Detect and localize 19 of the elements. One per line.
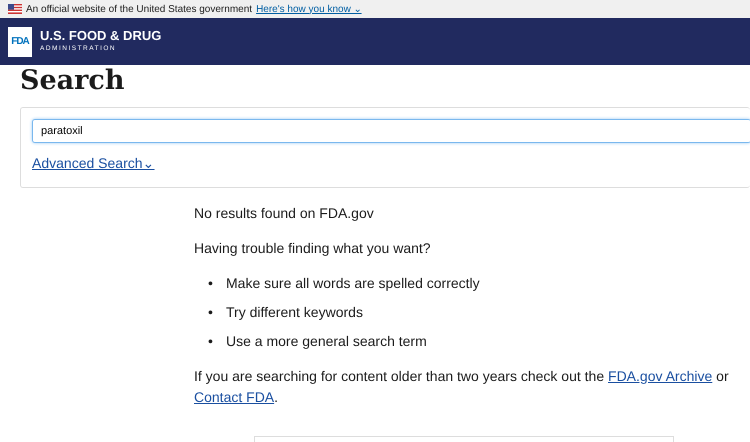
bullet: • bbox=[208, 274, 214, 293]
how-you-know-link[interactable]: Here's how you know ⌄ bbox=[256, 2, 362, 16]
contact-link[interactable]: Contact FDA bbox=[194, 389, 274, 405]
bullet: • bbox=[208, 303, 214, 322]
tip-item: Try different keywords bbox=[226, 303, 363, 322]
banner-text: An official website of the United States government bbox=[26, 2, 252, 16]
archive-link[interactable]: FDA.gov Archive bbox=[608, 368, 712, 384]
archive-note: If you are searching for content older than two years check out the FDA.gov Archive or Contact FDA. bbox=[194, 367, 730, 407]
site-title: U.S. FOOD & DRUG bbox=[40, 29, 162, 44]
logo-mark: FDA bbox=[8, 26, 32, 56]
page-title: Search bbox=[20, 65, 126, 97]
search-field[interactable]: paratoxil bbox=[32, 119, 750, 143]
help-heading: Having trouble finding what you want? bbox=[194, 239, 432, 258]
tip-item: Use a more general search term bbox=[226, 332, 427, 351]
flag-icon bbox=[8, 4, 22, 14]
tip-item: Make sure all words are spelled correctly bbox=[226, 274, 480, 293]
bullet: • bbox=[208, 332, 214, 351]
no-results-message: No results found on FDA.gov bbox=[194, 204, 375, 223]
advanced-search-link[interactable]: Advanced Search⌄ bbox=[32, 153, 155, 174]
